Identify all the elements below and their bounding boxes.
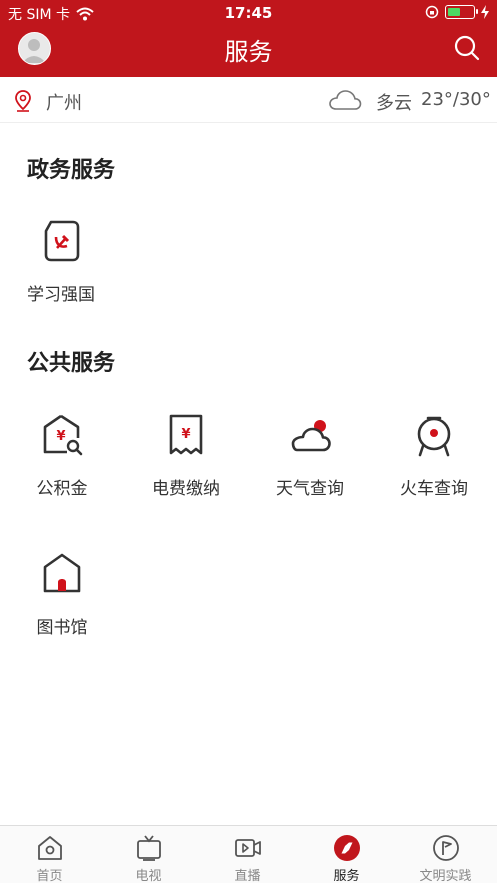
nav-bar: 服务 <box>0 26 497 77</box>
status-time: 17:45 <box>0 4 497 22</box>
tile-label: 公积金 <box>0 474 124 499</box>
service-tile-housing-fund[interactable]: ¥ 公积金 <box>0 412 124 499</box>
tile-label: 图书馆 <box>0 613 124 638</box>
weather-cloud-icon <box>287 412 333 458</box>
flag-icon <box>432 834 460 862</box>
house-fund-icon: ¥ <box>39 412 85 458</box>
library-icon <box>39 551 85 597</box>
svg-text:¥: ¥ <box>181 427 190 442</box>
service-tile-train[interactable]: 火车查询 <box>372 412 496 499</box>
tab-label: 服务 <box>297 865 396 884</box>
cloud-icon <box>328 89 362 111</box>
public-section-title: 公共服务 <box>27 345 115 377</box>
search-icon[interactable] <box>453 34 481 62</box>
tab-label: 文明实践 <box>396 865 495 884</box>
city-label[interactable]: 广州 <box>46 89 82 115</box>
train-icon <box>411 412 457 458</box>
tv-icon <box>135 834 163 862</box>
gov-section-title: 政务服务 <box>27 152 115 184</box>
service-tile-xuexi[interactable]: 学习强国 <box>0 218 124 305</box>
tab-bar: 首页 电视 直播 服务 文明实践 <box>0 825 497 883</box>
tab-civilization[interactable]: 文明实践 <box>396 826 495 884</box>
tab-label: 电视 <box>99 865 198 884</box>
bill-icon: ¥ <box>163 412 209 458</box>
tab-label: 首页 <box>0 865 99 884</box>
location-bar: 广州 多云 23°/30° <box>0 77 497 123</box>
service-tile-library[interactable]: 图书馆 <box>0 551 124 638</box>
tile-label: 天气查询 <box>248 474 372 499</box>
status-bar: 无 SIM 卡 17:45 <box>0 0 497 26</box>
weather-label: 多云 <box>376 89 412 115</box>
tab-service[interactable]: 服务 <box>297 826 396 884</box>
tile-label: 电费缴纳 <box>124 474 248 499</box>
battery-icon <box>445 5 475 19</box>
video-icon <box>234 834 262 862</box>
home-icon <box>36 834 64 862</box>
service-tile-electricity[interactable]: ¥ 电费缴纳 <box>124 412 248 499</box>
location-pin-icon[interactable] <box>14 90 32 112</box>
rotation-lock-icon <box>425 5 439 19</box>
page-title: 服务 <box>0 32 497 67</box>
tab-live[interactable]: 直播 <box>198 826 297 884</box>
temperature-label: 23°/30° <box>421 89 491 110</box>
compass-icon <box>333 834 361 862</box>
tab-label: 直播 <box>198 865 297 884</box>
tab-home[interactable]: 首页 <box>0 826 99 884</box>
charging-icon <box>481 5 489 19</box>
status-right <box>425 5 489 19</box>
tile-label: 学习强国 <box>0 280 124 305</box>
tab-tv[interactable]: 电视 <box>99 826 198 884</box>
tile-label: 火车查询 <box>372 474 496 499</box>
service-tile-weather[interactable]: 天气查询 <box>248 412 372 499</box>
svg-text:¥: ¥ <box>56 429 65 444</box>
party-doc-icon <box>39 218 85 264</box>
